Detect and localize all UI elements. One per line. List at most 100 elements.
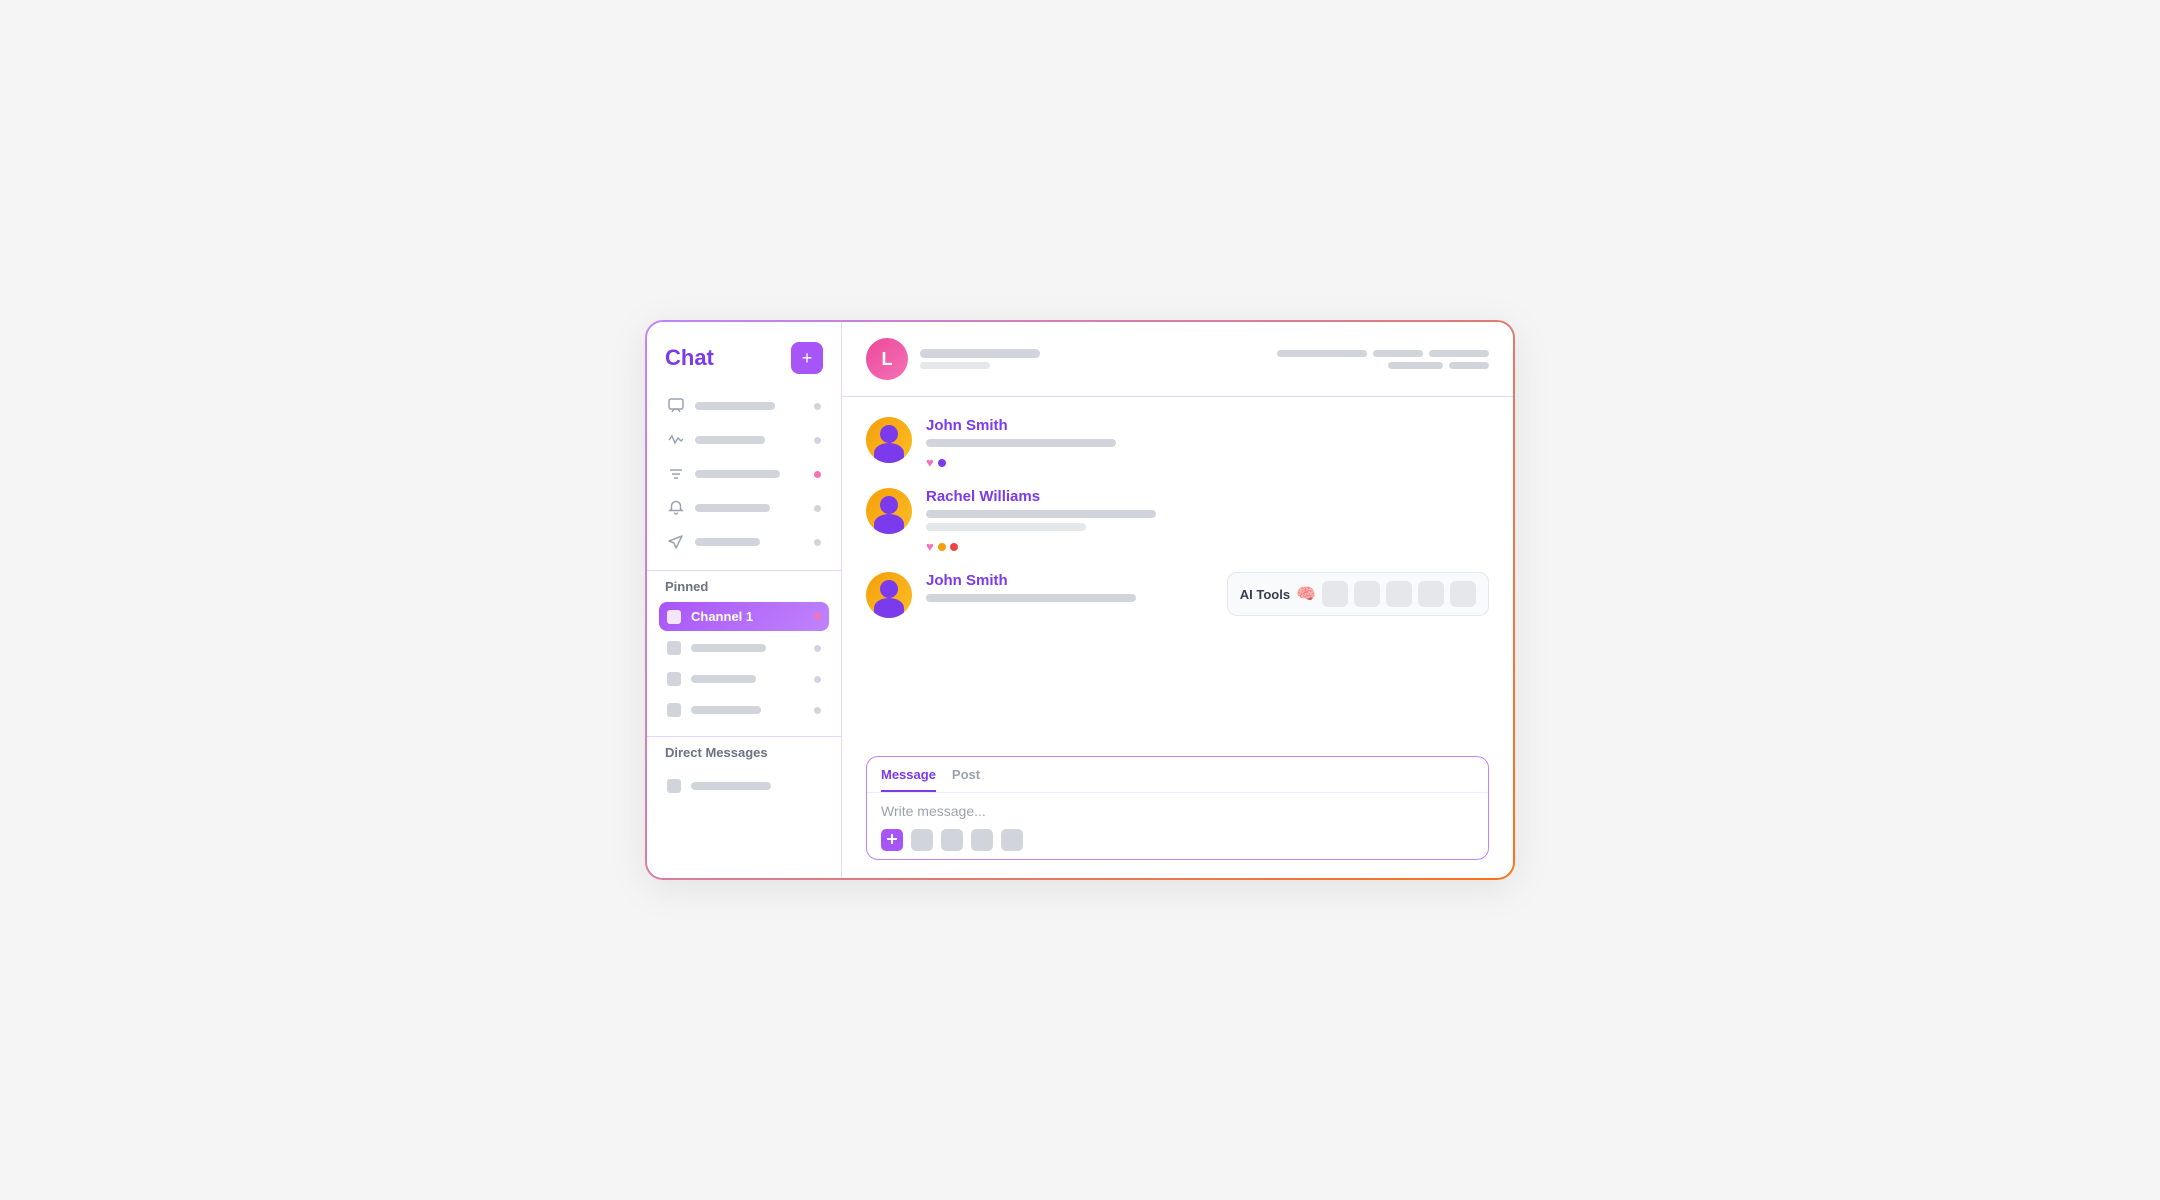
ai-tool-btn-2[interactable]	[1354, 581, 1380, 607]
sidebar-title: Chat	[665, 345, 714, 371]
channel3-dot	[814, 676, 821, 683]
channel4-label	[691, 706, 761, 714]
message-1-reactions: ♥	[926, 455, 1489, 470]
top-bar-left: L	[866, 338, 1040, 380]
compose-toolbar	[881, 829, 1474, 851]
main-content: L	[842, 322, 1513, 878]
brain-icon: 🧠	[1296, 584, 1316, 604]
top-bar-name	[920, 349, 1040, 358]
filter-icon	[667, 465, 685, 483]
message-2-sender: Rachel Williams	[926, 488, 1489, 505]
nav-dot-filter	[814, 471, 821, 478]
dm-divider	[647, 736, 841, 737]
reaction-dot-purple-1	[938, 459, 946, 467]
nav-item-filter-label	[695, 470, 780, 478]
header-meta-1	[1277, 350, 1367, 357]
nav-item-send-label	[695, 538, 760, 546]
ai-tools-bar: AI Tools 🧠	[1227, 572, 1489, 616]
nav-item-filter[interactable]	[659, 458, 829, 490]
message-2-reactions: ♥	[926, 539, 1489, 554]
pinned-item-channel1[interactable]: Channel 1	[659, 602, 829, 631]
activity-icon	[667, 431, 685, 449]
app-container: Chat +	[645, 320, 1515, 880]
compose-add-btn[interactable]	[881, 829, 903, 851]
reaction-heart-2: ♥	[926, 539, 934, 554]
bell-icon	[667, 499, 685, 517]
nav-items	[647, 390, 841, 558]
header-meta-2	[1373, 350, 1423, 357]
compose-box: Message Post Write message...	[866, 756, 1489, 860]
compose-input-area: Write message...	[867, 793, 1488, 859]
nav-item-notifications[interactable]	[659, 492, 829, 524]
channel1-dot	[814, 613, 821, 620]
message-3-sender: John Smith	[926, 572, 1215, 589]
message-3-and-tools: John Smith AI Tools 🧠	[926, 572, 1489, 616]
reaction-dot-yellow-2	[938, 543, 946, 551]
nav-dot-send	[814, 539, 821, 546]
top-bar: L	[842, 322, 1513, 397]
pinned-section-label: Pinned	[647, 579, 841, 602]
ai-tool-btn-1[interactable]	[1322, 581, 1348, 607]
message-3-avatar	[866, 572, 912, 618]
compose-placeholder: Write message...	[881, 803, 1474, 819]
nav-dot-activity	[814, 437, 821, 444]
top-bar-text	[920, 349, 1040, 369]
nav-item-chat[interactable]	[659, 390, 829, 422]
dm-name-1	[691, 782, 771, 790]
sidebar: Chat +	[647, 322, 842, 878]
top-bar-right	[1277, 350, 1489, 369]
channel2-dot	[814, 645, 821, 652]
ai-tool-btn-3[interactable]	[1386, 581, 1412, 607]
compose-tabs: Message Post	[867, 757, 1488, 793]
add-channel-button[interactable]: +	[791, 342, 823, 374]
messages-area: John Smith ♥ Rachel Willia	[842, 397, 1513, 744]
message-2-text-2	[926, 523, 1086, 531]
message-1-sender: John Smith	[926, 417, 1489, 434]
pinned-divider	[647, 570, 841, 571]
header-meta-5	[1449, 362, 1489, 369]
message-1-text-1	[926, 439, 1116, 447]
compose-tool-3[interactable]	[971, 829, 993, 851]
send-icon	[667, 533, 685, 551]
ai-tools-label: AI Tools	[1240, 587, 1290, 602]
dm-item-1[interactable]	[659, 772, 829, 800]
top-avatar: L	[866, 338, 908, 380]
message-2-content: Rachel Williams ♥	[926, 488, 1489, 554]
tab-post[interactable]: Post	[952, 767, 980, 792]
nav-item-send[interactable]	[659, 526, 829, 558]
ai-tool-btn-4[interactable]	[1418, 581, 1444, 607]
channel2-color	[667, 641, 681, 655]
sidebar-header: Chat +	[647, 322, 841, 390]
message-2: Rachel Williams ♥	[866, 488, 1489, 554]
reaction-heart-1: ♥	[926, 455, 934, 470]
channel3-label	[691, 675, 756, 683]
nav-item-notifications-label	[695, 504, 770, 512]
compose-tool-2[interactable]	[941, 829, 963, 851]
pinned-item-3[interactable]	[659, 665, 829, 693]
message-1-content: John Smith ♥	[926, 417, 1489, 470]
pinned-item-2[interactable]	[659, 634, 829, 662]
tab-message[interactable]: Message	[881, 767, 936, 792]
ai-tool-btn-5[interactable]	[1450, 581, 1476, 607]
message-3: John Smith AI Tools 🧠	[866, 572, 1489, 618]
channel4-color	[667, 703, 681, 717]
nav-dot-chat	[814, 403, 821, 410]
message-2-avatar	[866, 488, 912, 534]
nav-item-activity[interactable]	[659, 424, 829, 456]
channel3-color	[667, 672, 681, 686]
message-1: John Smith ♥	[866, 417, 1489, 470]
channel1-color	[667, 610, 681, 624]
header-meta-3	[1429, 350, 1489, 357]
message-2-text-1	[926, 510, 1156, 518]
chat-icon	[667, 397, 685, 415]
top-bar-sub	[920, 362, 990, 369]
message-3-right: John Smith AI Tools 🧠	[926, 572, 1489, 616]
nav-item-chat-label	[695, 402, 775, 410]
compose-tool-4[interactable]	[1001, 829, 1023, 851]
dm-avatar-1	[667, 779, 681, 793]
compose-tool-1[interactable]	[911, 829, 933, 851]
dm-section-label: Direct Messages	[647, 745, 841, 768]
nav-item-activity-label	[695, 436, 765, 444]
pinned-item-4[interactable]	[659, 696, 829, 724]
header-meta-4	[1388, 362, 1443, 369]
